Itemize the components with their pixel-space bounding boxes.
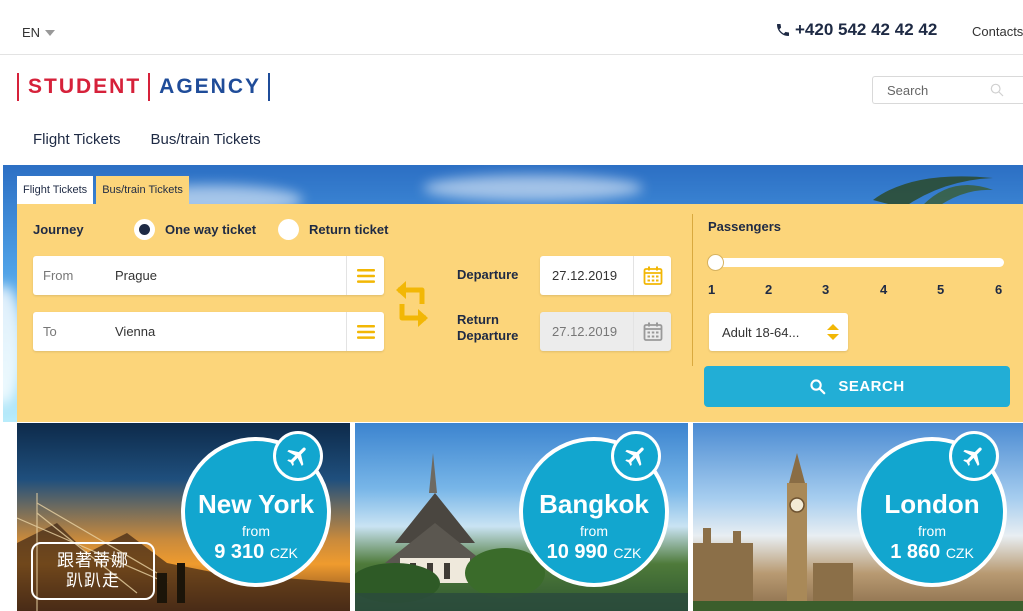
departure-date-input[interactable] bbox=[540, 268, 633, 283]
return-calendar-button bbox=[633, 312, 671, 351]
calendar-icon bbox=[643, 322, 662, 341]
search-button[interactable]: SEARCH bbox=[704, 366, 1010, 407]
booking-tabs: Flight Tickets Bus/train Tickets bbox=[17, 176, 189, 204]
price-currency: CZK bbox=[269, 545, 298, 561]
logo-text-agency: AGENCY bbox=[159, 75, 262, 98]
price-currency: CZK bbox=[945, 545, 974, 561]
destination-price: 1 860 CZK bbox=[861, 541, 1003, 564]
slider-tick: 6 bbox=[995, 282, 1003, 297]
price-value: 1 860 bbox=[890, 541, 941, 563]
passengers-label: Passengers bbox=[708, 219, 781, 234]
tab-flight-tickets[interactable]: Flight Tickets bbox=[17, 176, 94, 204]
logo-bar bbox=[148, 73, 151, 101]
price-from-label: from bbox=[918, 523, 946, 539]
tab-bus-train-tickets[interactable]: Bus/train Tickets bbox=[96, 176, 189, 204]
journey-label: Journey bbox=[33, 222, 84, 237]
departure-date-field bbox=[540, 256, 671, 295]
nav-item-bus-train-tickets[interactable]: Bus/train Tickets bbox=[151, 131, 261, 148]
list-icon bbox=[356, 324, 375, 339]
radio-one-way[interactable]: One way ticket bbox=[134, 219, 256, 240]
radio-return[interactable]: Return ticket bbox=[278, 219, 388, 240]
chevron-down-icon bbox=[45, 29, 56, 36]
price-from-label: from bbox=[242, 523, 270, 539]
destination-city: New York bbox=[197, 489, 315, 519]
slider-tick: 4 bbox=[880, 282, 888, 297]
phone-icon bbox=[777, 24, 789, 36]
passenger-type-value: Adult 18-64... bbox=[722, 324, 800, 340]
nav-item-flight-tickets[interactable]: Flight Tickets bbox=[33, 131, 121, 148]
search-button-label: SEARCH bbox=[838, 378, 905, 395]
price-from-label: from bbox=[580, 523, 608, 539]
slider-tick: 3 bbox=[822, 282, 830, 297]
return-label-line2: Departure bbox=[457, 328, 519, 343]
to-field: To bbox=[33, 312, 384, 351]
from-field: From bbox=[33, 256, 384, 295]
logo-bar bbox=[17, 73, 19, 101]
from-input[interactable] bbox=[115, 268, 346, 283]
select-arrows-icon bbox=[827, 324, 839, 340]
destination-city: Bangkok bbox=[539, 489, 649, 519]
radio-label-one-way: One way ticket bbox=[165, 222, 257, 237]
to-label: To bbox=[43, 324, 57, 339]
watermark-line2: 趴趴走 bbox=[66, 571, 120, 590]
site-search bbox=[872, 76, 1023, 104]
top-bar: EN +420 542 42 42 42 Contacts bbox=[0, 0, 1023, 55]
main-nav: Flight Tickets Bus/train Tickets bbox=[33, 131, 261, 148]
return-date-input bbox=[540, 324, 633, 339]
destination-price: 10 990 CZK bbox=[523, 541, 665, 564]
departure-calendar-button[interactable] bbox=[633, 256, 671, 295]
passenger-type-select[interactable]: Adult 18-64... bbox=[709, 313, 848, 351]
from-label: From bbox=[43, 268, 74, 283]
search-icon bbox=[810, 379, 826, 395]
contacts-link[interactable]: Contacts bbox=[972, 24, 1023, 39]
form-divider bbox=[692, 214, 693, 366]
return-departure-label: Return Departure bbox=[457, 312, 518, 344]
destination-card-london[interactable]: London from 1 860 CZK bbox=[693, 423, 1023, 611]
departure-label: Departure bbox=[457, 267, 519, 282]
radio-label-return: Return ticket bbox=[309, 222, 389, 237]
slider-handle[interactable] bbox=[707, 254, 724, 271]
airplane-icon bbox=[625, 447, 644, 466]
search-icon[interactable] bbox=[989, 82, 1005, 98]
radio-button[interactable] bbox=[278, 219, 299, 240]
price-value: 9 310 bbox=[214, 541, 265, 563]
destination-city: London bbox=[884, 489, 980, 519]
destination-card-bangkok[interactable]: Bangkok from 10 990 CZK bbox=[355, 423, 688, 611]
slider-tick: 1 bbox=[708, 282, 716, 297]
from-list-button[interactable] bbox=[346, 256, 384, 295]
language-label: EN bbox=[22, 25, 41, 40]
logo-text-student: STUDENT bbox=[28, 75, 142, 98]
to-list-button[interactable] bbox=[346, 312, 384, 351]
watermark: 跟著蒂娜 趴趴走 bbox=[31, 542, 155, 600]
destination-price: 9 310 CZK bbox=[185, 541, 327, 564]
language-selector[interactable]: EN bbox=[22, 25, 56, 40]
return-date-field bbox=[540, 312, 671, 351]
price-currency: CZK bbox=[613, 545, 642, 561]
airplane-icon bbox=[287, 447, 306, 466]
airplane-icon bbox=[963, 447, 982, 466]
radio-button-selected[interactable] bbox=[134, 219, 155, 240]
flight-badge bbox=[611, 431, 661, 481]
watermark-line1: 跟著蒂娜 bbox=[57, 551, 129, 570]
to-input[interactable] bbox=[115, 324, 346, 339]
search-input[interactable] bbox=[887, 82, 987, 98]
phone-link[interactable]: +420 542 42 42 42 bbox=[775, 20, 937, 40]
flight-badge bbox=[273, 431, 323, 481]
flight-badge bbox=[949, 431, 999, 481]
swap-direction-icon[interactable] bbox=[394, 278, 430, 330]
passenger-count-slider[interactable] bbox=[707, 254, 1004, 271]
return-label-line1: Return bbox=[457, 312, 499, 327]
brand-logo[interactable]: STUDENT AGENCY bbox=[17, 73, 271, 101]
logo-bar bbox=[268, 73, 271, 101]
price-value: 10 990 bbox=[546, 541, 608, 563]
calendar-icon bbox=[643, 266, 662, 285]
phone-number: +420 542 42 42 42 bbox=[795, 20, 938, 39]
list-icon bbox=[356, 268, 375, 283]
slider-tick: 5 bbox=[937, 282, 945, 297]
slider-tick: 2 bbox=[765, 282, 773, 297]
